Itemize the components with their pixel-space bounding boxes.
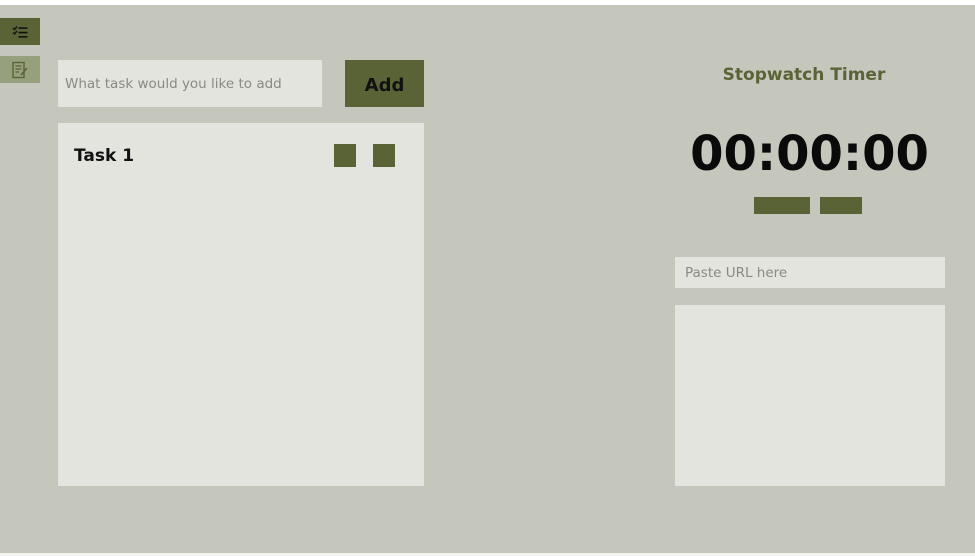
stopwatch-display: 00:00:00: [690, 126, 929, 182]
sidebar-item-notes[interactable]: [0, 56, 40, 83]
sidebar-item-todo[interactable]: [0, 18, 40, 45]
stopwatch-start-button[interactable]: [754, 197, 810, 214]
app-root: Add Task 1 Stopwatch Timer 00:00:00: [0, 5, 975, 553]
stopwatch-title: Stopwatch Timer: [722, 65, 886, 85]
note-edit-icon: [11, 61, 29, 79]
add-task-label: Add: [364, 74, 405, 96]
add-task-button[interactable]: Add: [345, 60, 424, 107]
url-input[interactable]: [675, 257, 945, 288]
task-input[interactable]: [58, 60, 322, 107]
embed-panel: [675, 305, 945, 486]
task-list: Task 1: [58, 123, 424, 486]
task-label: Task 1: [74, 146, 135, 166]
task-item: Task 1: [58, 123, 424, 183]
task-complete-button[interactable]: [334, 144, 356, 167]
task-delete-button[interactable]: [373, 144, 395, 167]
checklist-icon: [12, 25, 28, 39]
stopwatch-reset-button[interactable]: [820, 197, 862, 214]
